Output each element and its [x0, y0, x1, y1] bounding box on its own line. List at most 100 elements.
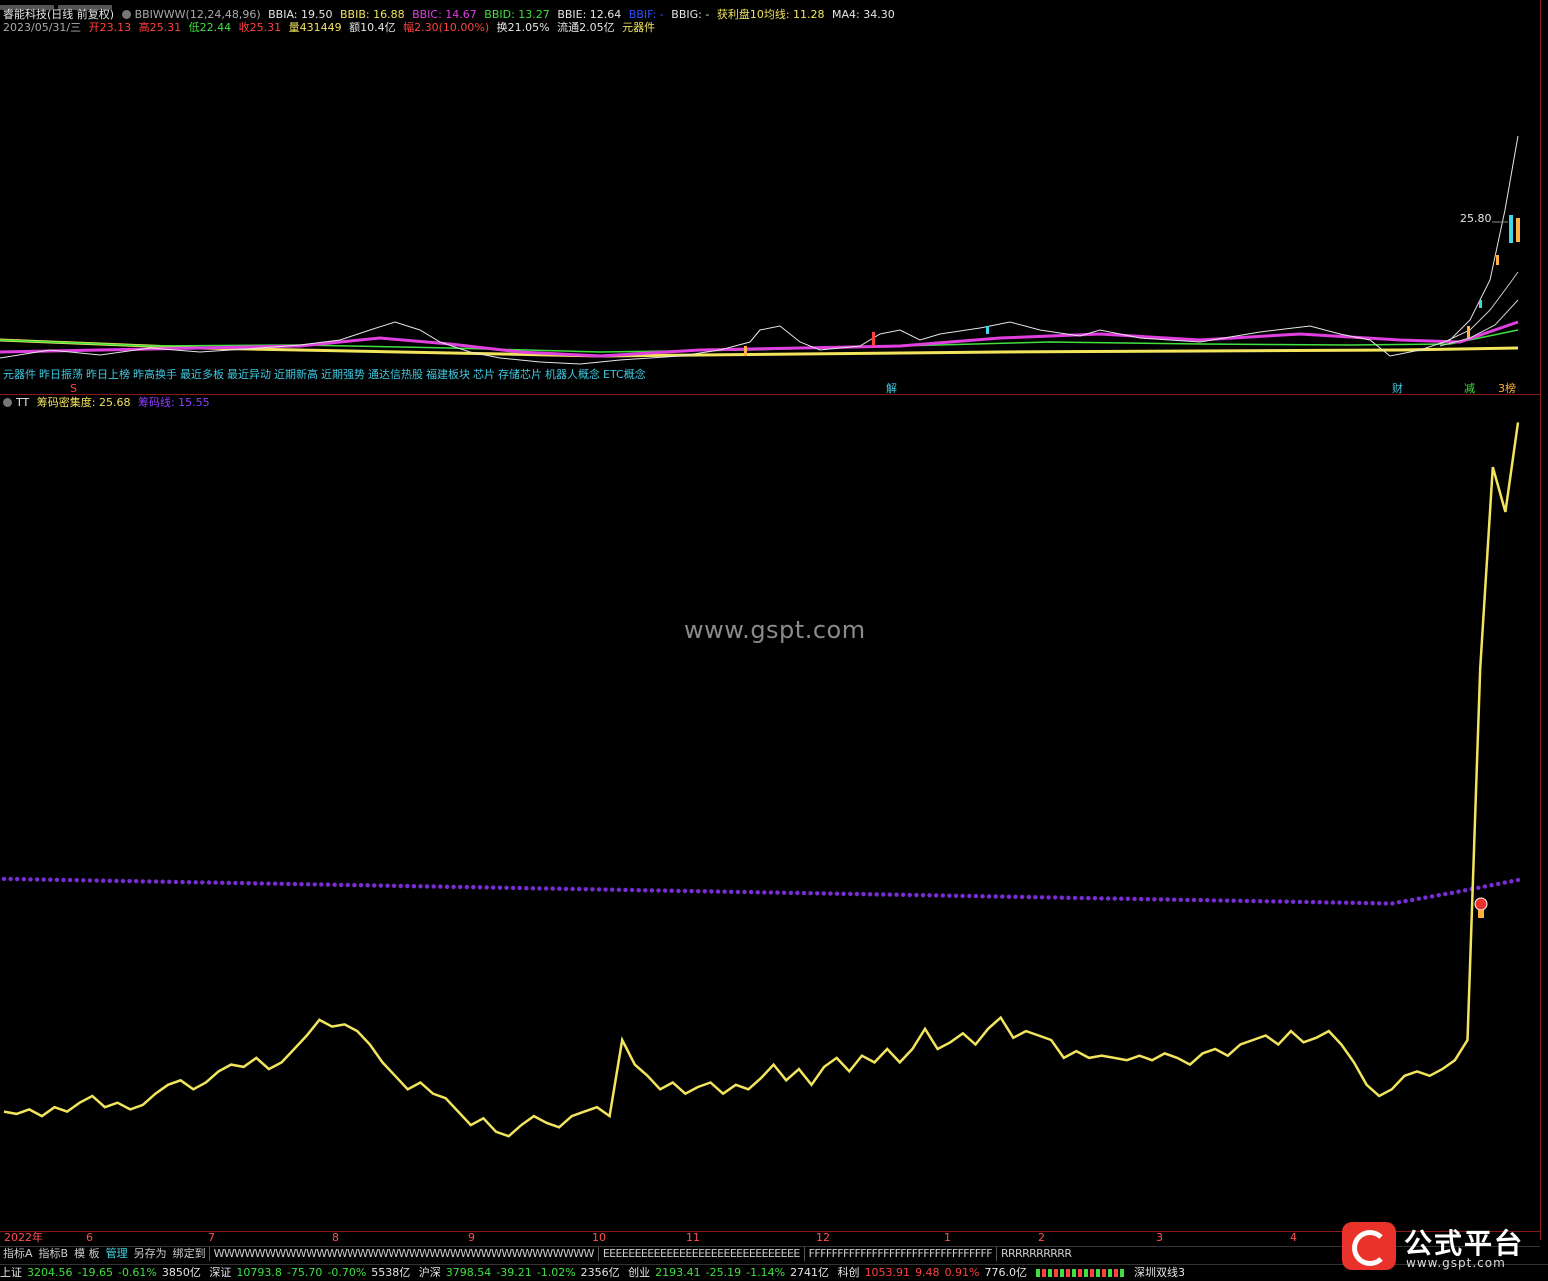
kc-name[interactable]: 科创 [838, 1266, 860, 1279]
concept-tag[interactable]: 存储芯片 [498, 368, 542, 381]
concept-tag[interactable]: 最近多板 [180, 368, 224, 381]
chip-line-dot [206, 880, 212, 885]
candle[interactable] [744, 346, 747, 356]
tab-e[interactable]: EEEEEEEEEEEEEEEEEEEEEEEEEEEEEEE [597, 1247, 804, 1261]
chip-line-dot [709, 889, 714, 894]
concept-tag[interactable]: 近期强势 [321, 368, 365, 381]
concept-tag[interactable]: 元器件 [3, 368, 36, 381]
chip-line-dot [510, 885, 516, 891]
candle[interactable] [1509, 215, 1513, 243]
tab-r[interactable]: RRRRRRRRRR [995, 1247, 1075, 1261]
chip-line-dot [828, 891, 833, 896]
chip-line-dot [907, 892, 912, 898]
chip-line-dot [1191, 897, 1197, 903]
chip-line-dot [590, 887, 595, 892]
chip-line-dot [808, 891, 813, 896]
concept-tag[interactable]: ETC概念 [603, 368, 646, 381]
candle[interactable] [1516, 218, 1520, 242]
candle[interactable] [1467, 326, 1470, 338]
toolbar-bind-to[interactable]: 绑定到 [170, 1247, 209, 1261]
chip-line-dot [1033, 895, 1038, 900]
chip-line-dot [570, 886, 575, 892]
concept-tag[interactable]: 近期新高 [274, 368, 318, 381]
concept-tag[interactable]: 芯片 [473, 368, 495, 381]
density-value: 筹码密集度: 25.68 [36, 396, 131, 409]
sh-val: 3204.56 [27, 1266, 73, 1279]
chip-line-dot [418, 884, 423, 889]
toolbar-indicator-a[interactable]: 指标A [0, 1247, 36, 1261]
date-tick-label: 2 [1038, 1231, 1045, 1244]
chip-line-dot [101, 878, 106, 883]
chip-line-dot [815, 891, 820, 896]
chip-line-dot [960, 893, 965, 899]
chip-line-dot [312, 882, 317, 887]
candle[interactable] [986, 326, 989, 334]
hs-name[interactable]: 沪深 [419, 1266, 441, 1279]
chip-line-dot [1185, 897, 1190, 903]
sh-name[interactable]: 上证 [0, 1266, 22, 1279]
tab-f[interactable]: FFFFFFFFFFFFFFFFFFFFFFFFFFFFFFFF [803, 1247, 996, 1261]
chip-line-dot [365, 883, 370, 888]
chip-line-dot [1443, 891, 1448, 897]
chip-line-dot [1139, 896, 1144, 902]
date-tick-label: 1 [944, 1231, 951, 1244]
chip-line-dot [94, 878, 99, 883]
toolbar-template[interactable]: 模 板 [71, 1247, 103, 1261]
concept-tag[interactable]: 最近异动 [227, 368, 271, 381]
chip-line-dot [1284, 899, 1289, 904]
gspt-logo: 公式平台 www.gspt.com [1342, 1222, 1538, 1272]
chip-line-dot [629, 887, 635, 893]
concept-tag[interactable]: 福建板块 [426, 368, 470, 381]
chip-line-dot [543, 886, 549, 891]
chip-line-dot [1125, 896, 1131, 901]
chip-line-dot [378, 883, 383, 888]
chip-line-dot [1297, 899, 1303, 905]
chip-line-dot [1, 876, 7, 882]
concept-tag[interactable]: 昨高换手 [133, 368, 177, 381]
chip-line-dot [134, 879, 139, 884]
date-tick-label: 10 [592, 1231, 606, 1244]
chip-line-dot [385, 883, 390, 888]
candle[interactable] [1479, 300, 1482, 308]
chip-line-dot [887, 892, 893, 897]
candle[interactable] [1496, 255, 1499, 265]
panel-divider[interactable] [0, 394, 1540, 395]
sub-indicator-toggle-icon[interactable] [3, 398, 12, 407]
candle[interactable] [872, 332, 875, 346]
cy-amt: 2741亿 [790, 1266, 830, 1279]
chip-line-dot [967, 893, 972, 899]
date-tick-label: 4 [1290, 1231, 1297, 1244]
toolbar-manage[interactable]: 管理 [103, 1247, 131, 1261]
tab-w[interactable]: WWWWWWWWWWWWWWWWWWWWWWWWWWWWWWWWWWWWW [208, 1247, 598, 1261]
chip-line-dot [114, 878, 119, 884]
chip-line-dot [524, 886, 529, 891]
toolbar-save-as[interactable]: 另存为 [131, 1247, 170, 1261]
chip-line-dot [1158, 897, 1164, 902]
cy-name[interactable]: 创业 [628, 1266, 650, 1279]
concept-tag[interactable]: 通达信热股 [368, 368, 423, 381]
concept-tags: 元器件 昨日振荡 昨日上榜 昨高换手 最近多板 最近异动 近期新高 近期强势 通达信热股 福建板块… [3, 368, 649, 382]
chip-line-dot [180, 879, 185, 885]
chip-line-dot [689, 888, 694, 894]
sz-amt: 5538亿 [371, 1266, 411, 1279]
sub-indicator-name[interactable]: TT [16, 396, 29, 409]
chip-line-dot [1006, 894, 1012, 899]
concept-tag[interactable]: 昨日上榜 [86, 368, 130, 381]
chip-line-dot [213, 880, 218, 885]
chip-line-dot [484, 885, 489, 890]
hs-amt: 2356亿 [580, 1266, 620, 1279]
chip-line-dot [1145, 897, 1151, 902]
chip-line-dot [1264, 899, 1270, 904]
date-tick-label: 11 [686, 1231, 700, 1244]
concept-tag[interactable]: 昨日振荡 [39, 368, 83, 381]
concept-tag[interactable]: 机器人概念 [545, 368, 600, 381]
chip-line-dot [1310, 899, 1316, 905]
chip-line-dot [1218, 898, 1223, 903]
sz-name[interactable]: 深证 [209, 1266, 231, 1279]
chip-line-dot [1509, 879, 1514, 884]
chip-line-dot [1198, 897, 1203, 903]
chip-line-dot [259, 881, 264, 886]
chip-line-dot [1496, 881, 1501, 887]
toolbar-indicator-b[interactable]: 指标B [36, 1247, 72, 1261]
scheme-name[interactable]: 深圳双线3 [1134, 1266, 1185, 1279]
